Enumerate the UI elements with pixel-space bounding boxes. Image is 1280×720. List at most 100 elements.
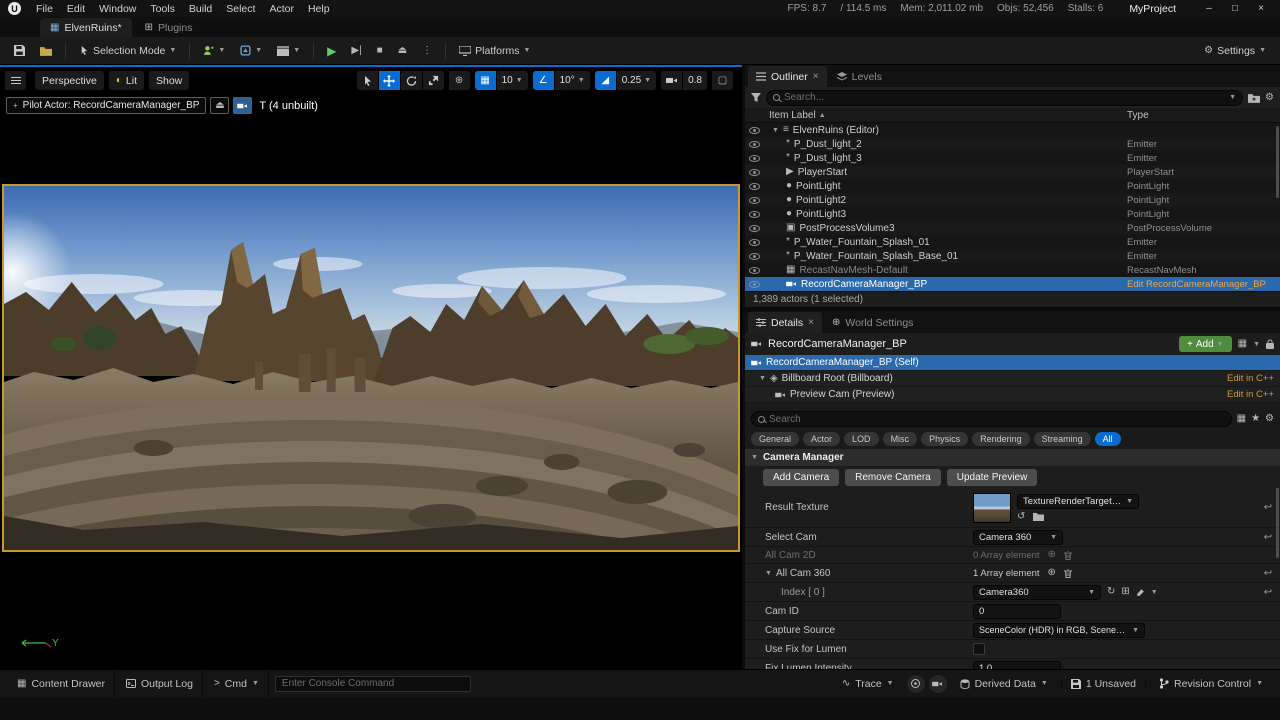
add-folder-icon[interactable] [1248, 93, 1260, 103]
stop-piloting-button[interactable]: ⏏ [210, 97, 229, 114]
play-options-kebab[interactable]: ⋮ [416, 40, 438, 62]
camera-speed-button[interactable] [661, 71, 682, 90]
scale-snap-toggle[interactable]: ◢ [595, 71, 616, 90]
derived-data-dropdown[interactable]: Derived Data ▼ [951, 678, 1057, 690]
chevron-down-icon[interactable]: ▼ [1253, 341, 1260, 348]
close-button[interactable]: × [1248, 0, 1274, 17]
content-drawer-button[interactable]: ▦ Content Drawer [8, 670, 115, 697]
visibility-eye-icon[interactable] [749, 169, 760, 176]
favorites-star-icon[interactable]: ★ [1251, 414, 1260, 424]
outliner-column-header[interactable]: Item Label ▲ Type [745, 108, 1280, 123]
close-icon[interactable]: × [813, 71, 819, 82]
details-scrollbar[interactable] [1276, 488, 1279, 558]
display-grid-icon[interactable]: ▦ [1237, 414, 1246, 424]
trash-icon[interactable] [1064, 551, 1072, 560]
lock-icon[interactable] [1266, 339, 1274, 349]
expander-icon[interactable]: ▼ [759, 375, 766, 382]
stop-button[interactable]: ■ [371, 40, 389, 62]
table-row[interactable]: ▣ PostProcessVolume3 PostProcessVolume [745, 221, 1280, 235]
add-element-icon[interactable]: ⊕ [1048, 568, 1056, 578]
use-selected-asset-icon[interactable]: ↺ [1017, 512, 1025, 522]
outliner-search-input[interactable] [784, 92, 1225, 103]
world-local-toggle[interactable]: ⊕ [449, 71, 470, 90]
visibility-eye-icon[interactable] [749, 253, 760, 260]
filter-chip-physics[interactable]: Physics [921, 432, 968, 446]
menu-edit[interactable]: Edit [60, 0, 92, 17]
show-dropdown[interactable]: Show [149, 71, 189, 90]
add-component-button[interactable]: + Add ▼ [1179, 336, 1232, 352]
camera-speed-value[interactable]: 0.8 [683, 71, 707, 90]
table-row-selected[interactable]: RecordCameraManager_BP Edit RecordCamera… [745, 277, 1280, 291]
scale-snap-value[interactable]: 0.25▼ [617, 71, 656, 90]
edit-in-cpp-link[interactable]: Edit in C++ [1227, 389, 1274, 400]
panorama-render[interactable] [2, 184, 740, 552]
output-log-button[interactable]: Output Log [117, 670, 203, 697]
visibility-eye-icon[interactable] [749, 281, 760, 288]
close-icon[interactable]: × [808, 317, 814, 328]
content-browser-button[interactable] [34, 40, 58, 62]
edit-in-cpp-link[interactable]: Edit in C++ [1227, 373, 1274, 384]
add-camera-button[interactable]: Add Camera [763, 469, 839, 486]
reset-to-default-icon[interactable]: ↩ [1258, 587, 1278, 598]
table-row[interactable]: ● PointLight PointLight [745, 179, 1280, 193]
pilot-camera-toggle[interactable] [233, 97, 252, 114]
table-row[interactable]: ▼ ≡ ElvenRuins (Editor) [745, 123, 1280, 137]
outliner-search-box[interactable]: ▼ [766, 90, 1243, 106]
capture-source-dropdown[interactable]: SceneColor (HDR) in RGB, SceneDepth in A… [973, 623, 1145, 638]
move-tool-button[interactable] [379, 71, 400, 90]
tab-details[interactable]: Details × [748, 312, 822, 333]
pick-asset-icon[interactable]: ⊞ [1121, 587, 1129, 597]
fix-lumen-intensity-input[interactable]: 1.0 [973, 661, 1061, 670]
visibility-eye-icon[interactable] [749, 211, 760, 218]
remove-camera-button[interactable]: Remove Camera [845, 469, 941, 486]
table-row[interactable]: ● PointLight3 PointLight [745, 207, 1280, 221]
filter-icon[interactable] [751, 93, 761, 102]
filter-chip-misc[interactable]: Misc [883, 432, 918, 446]
visibility-eye-icon[interactable] [749, 127, 760, 134]
trace-dropdown[interactable]: ∿ Trace ▼ [833, 678, 903, 690]
revision-control-button[interactable]: Revision Control ▼ [1150, 678, 1272, 690]
menu-help[interactable]: Help [301, 0, 337, 17]
visibility-eye-icon[interactable] [749, 239, 760, 246]
target-icon[interactable] [907, 675, 925, 693]
table-row[interactable]: ▦ RecastNavMesh-Default RecastNavMesh [745, 263, 1280, 277]
tab-level-elvenruins[interactable]: ▦ ElvenRuins* [40, 18, 132, 37]
eject-button[interactable]: ⏏ [392, 40, 413, 62]
save-button[interactable] [8, 40, 31, 62]
minimize-button[interactable]: – [1196, 0, 1222, 17]
filter-chip-streaming[interactable]: Streaming [1034, 432, 1091, 446]
viewport-options-button[interactable] [5, 71, 26, 90]
visibility-eye-icon[interactable] [749, 267, 760, 274]
expander-icon[interactable]: ▼ [765, 570, 772, 577]
trash-icon[interactable] [1064, 569, 1072, 578]
element-options-chevron-icon[interactable]: ▼ [1151, 589, 1158, 596]
rotate-tool-button[interactable] [401, 71, 422, 90]
sync-icon[interactable]: ↻ [1107, 587, 1115, 597]
table-row[interactable]: ▶ PlayerStart PlayerStart [745, 165, 1280, 179]
filter-chip-rendering[interactable]: Rendering [972, 432, 1030, 446]
menu-build[interactable]: Build [182, 0, 219, 17]
tab-outliner[interactable]: Outliner × [748, 66, 827, 87]
console-command-input[interactable] [275, 676, 471, 692]
menu-tools[interactable]: Tools [143, 0, 182, 17]
texture-thumbnail[interactable] [973, 493, 1011, 523]
component-row-self[interactable]: RecordCameraManager_BP (Self) [745, 355, 1280, 371]
perspective-dropdown[interactable]: Perspective [35, 71, 104, 90]
visibility-eye-icon[interactable] [749, 141, 760, 148]
scale-tool-button[interactable] [423, 71, 444, 90]
pilot-actor-box[interactable]: + Pilot Actor: RecordCameraManager_BP [6, 97, 206, 114]
menu-window[interactable]: Window [92, 0, 143, 17]
unsaved-button[interactable]: 1 Unsaved [1061, 678, 1146, 690]
maximize-viewport-button[interactable]: ▢ [712, 71, 733, 90]
play-button[interactable]: ▶ [321, 40, 342, 62]
update-preview-button[interactable]: Update Preview [947, 469, 1038, 486]
details-search-box[interactable] [751, 411, 1232, 427]
blueprints-dropdown[interactable]: ▼ [234, 40, 268, 62]
visibility-eye-icon[interactable] [749, 197, 760, 204]
grid-snap-value[interactable]: 10▼ [497, 71, 528, 90]
table-row[interactable]: * P_Water_Fountain_Splash_01 Emitter [745, 235, 1280, 249]
table-row[interactable]: ● PointLight2 PointLight [745, 193, 1280, 207]
cam-id-input[interactable]: 0 [973, 604, 1061, 619]
settings-dropdown[interactable]: ⚙ Settings ▼ [1198, 40, 1272, 62]
tab-world-settings[interactable]: ⊕ World Settings [824, 312, 921, 333]
